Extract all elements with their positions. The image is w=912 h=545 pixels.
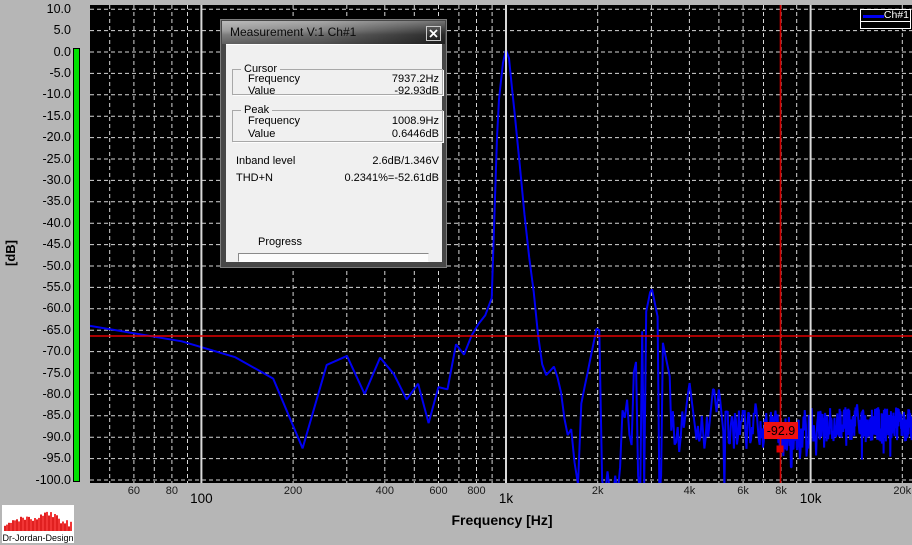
svg-text:-92.9: -92.9 bbox=[767, 424, 796, 438]
